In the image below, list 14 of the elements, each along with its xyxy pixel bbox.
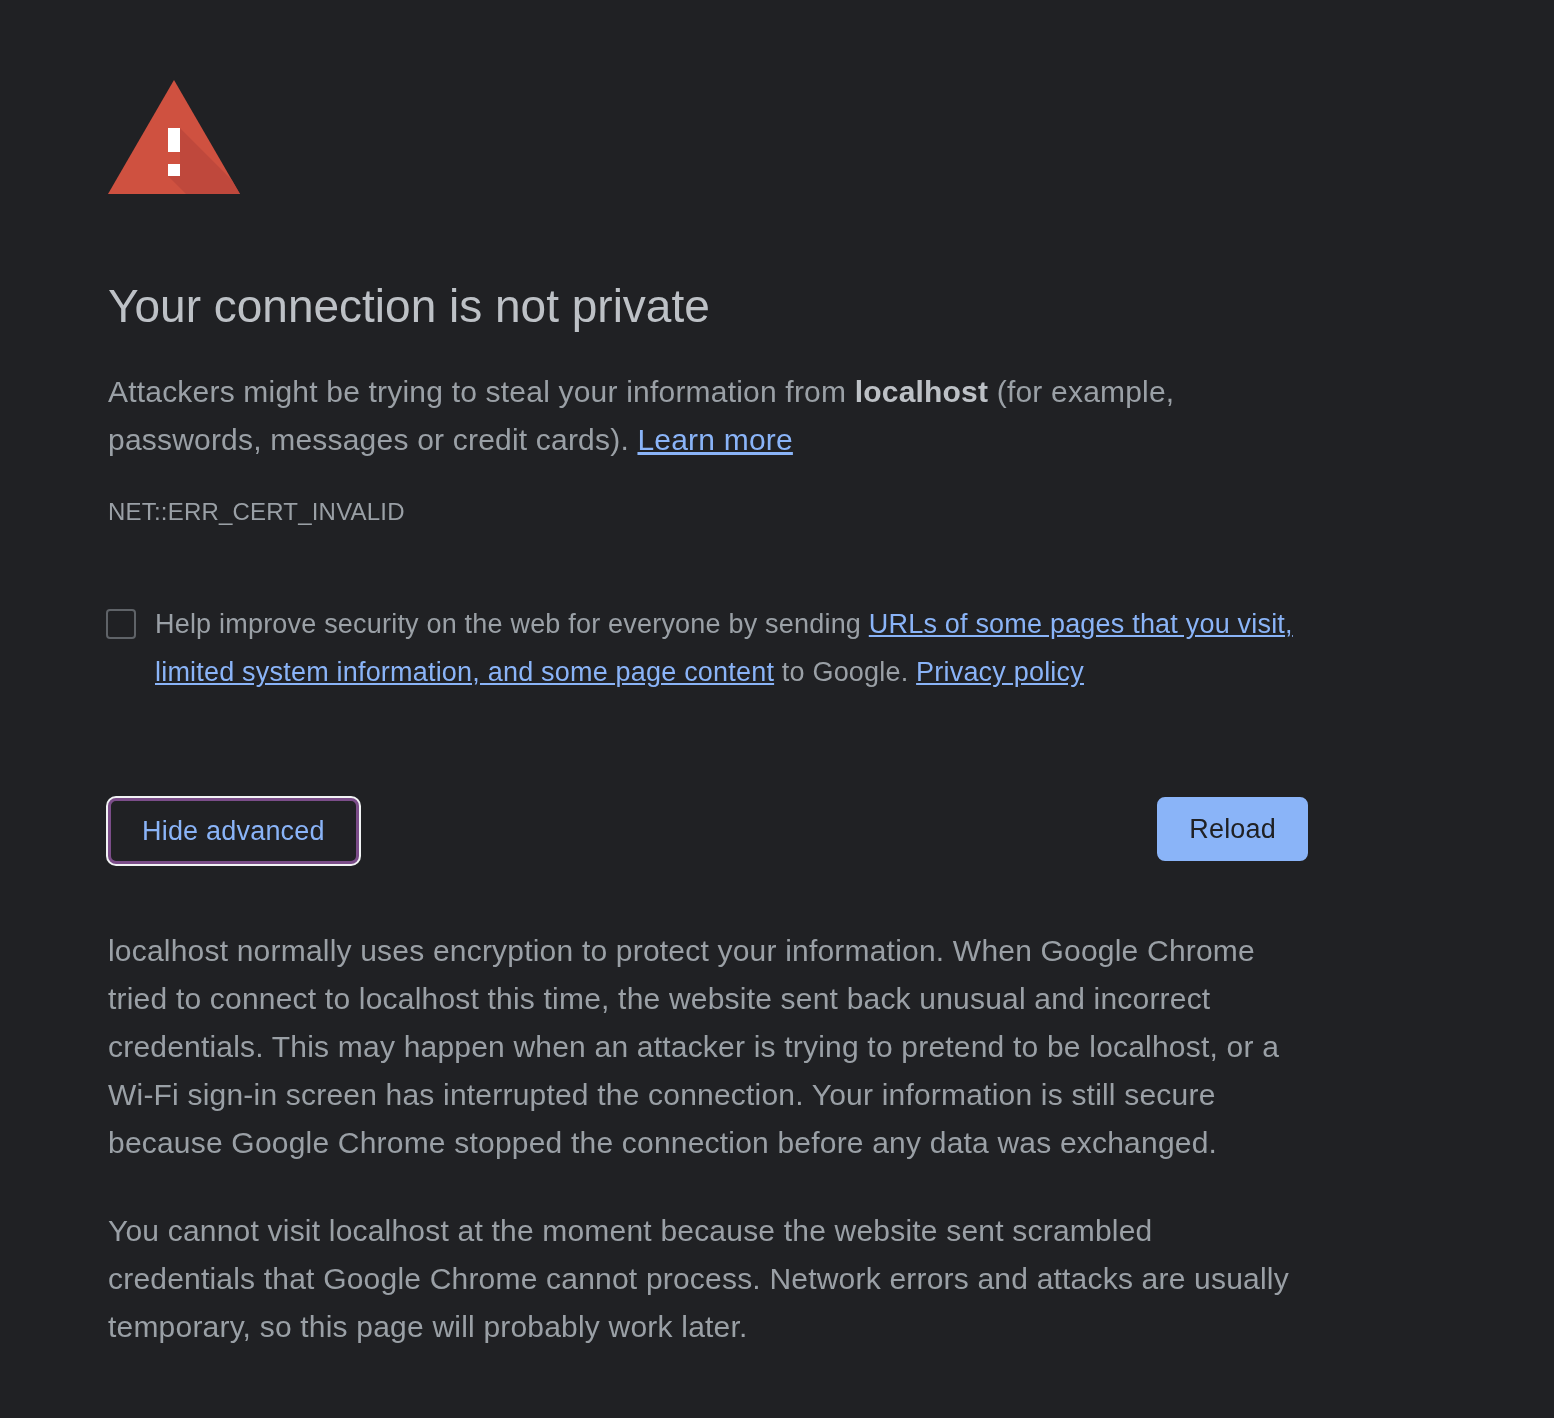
error-code: NET::ERR_CERT_INVALID (108, 497, 405, 527)
checkbox[interactable] (106, 609, 136, 639)
details-paragraph: You cannot visit localhost at the moment because the website sent scrambled credentials that Google Chrome cannot process. Network errors and attacks are usually temporary, so this page will probably work later. (108, 1213, 1290, 1345)
report-data-link[interactable]: limited system information, and some page content (155, 657, 775, 687)
warning-icon (108, 80, 240, 194)
warning-message: Attackers might be trying to steal your information from localhost (for example, passwords, messages or credit cards). Learn more (108, 374, 1176, 458)
learn-more-link[interactable]: Learn more (637, 423, 793, 456)
page-heading: Your connection is not private (108, 279, 711, 334)
reload-button[interactable]: Reload (1157, 797, 1308, 861)
report-data-link[interactable]: URLs of some pages that you visit, (868, 609, 1293, 639)
privacy-policy-link[interactable]: Privacy policy (916, 657, 1084, 687)
hide-advanced-button[interactable]: Hide advanced (108, 798, 359, 864)
report-consent-text: Help improve security on the web for everyone by sending URLs of some pages that you visit, limited system information, and some page content to Google. Privacy policy (155, 608, 1294, 689)
details-paragraph: localhost normally uses encryption to protect your information. When Google Chrome tried to connect to localhost this time, the website sent back unusual and incorrect credentials. This may happen when an attacker is trying to pretend to be localhost, or a Wi-Fi sign-in screen has interrupted the connection. Your information is still secure because Google Chrome stopped the connection before any data was exchanged. (108, 933, 1281, 1161)
